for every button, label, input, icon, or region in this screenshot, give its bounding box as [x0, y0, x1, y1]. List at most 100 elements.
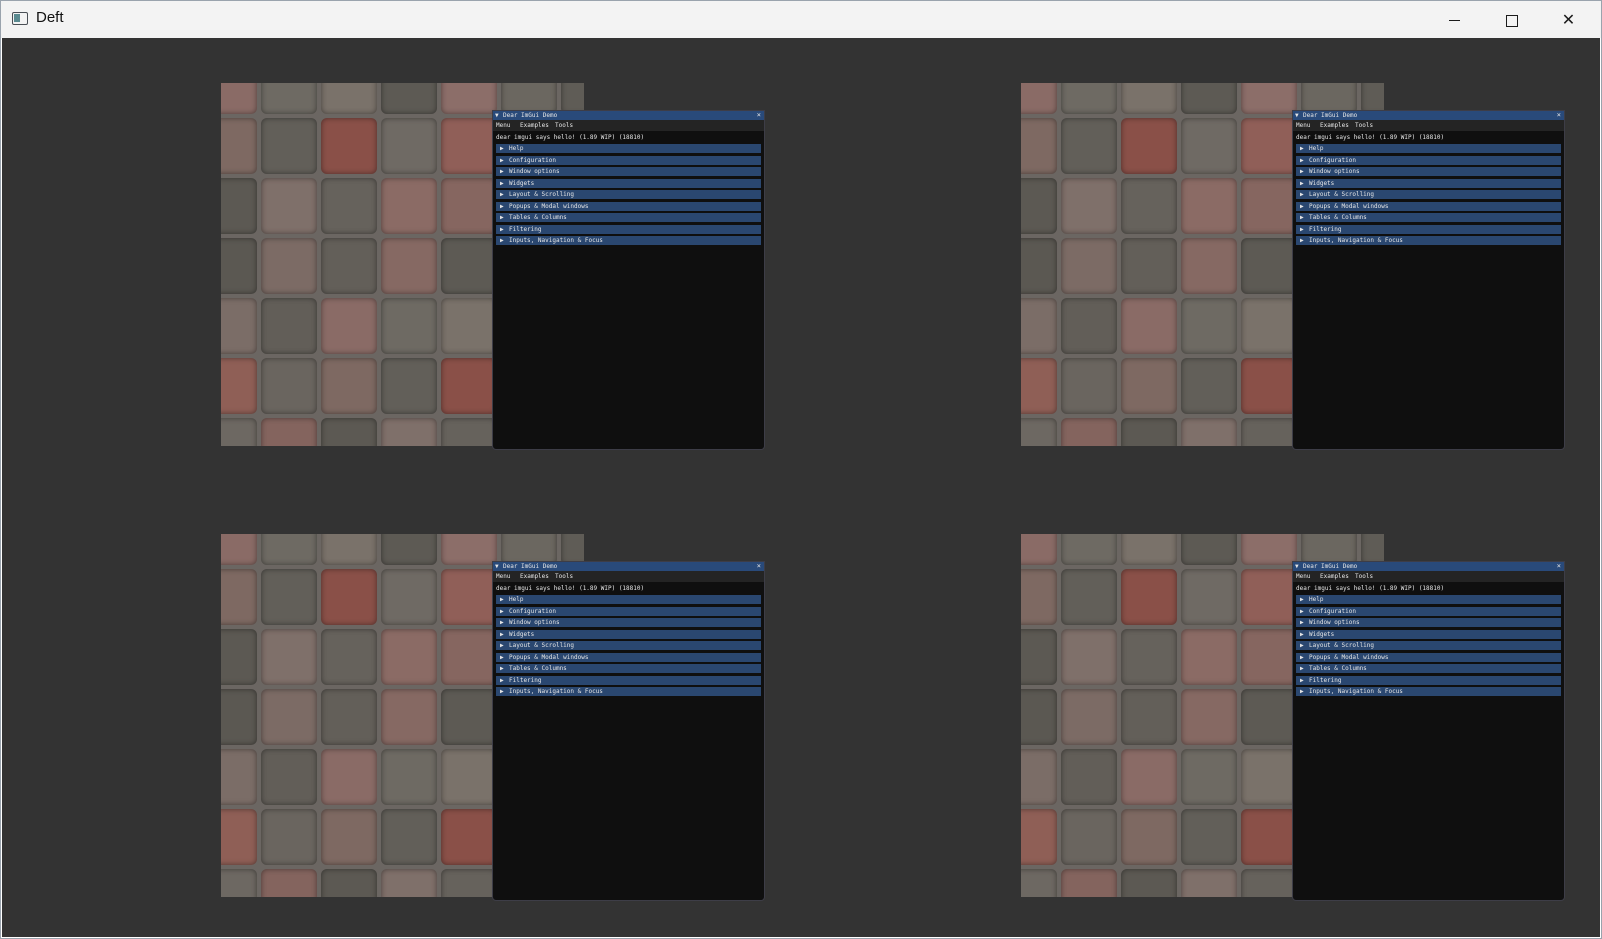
imgui-close-icon[interactable]: × [757, 111, 761, 120]
menu-item-menu[interactable]: Menu [1296, 120, 1310, 131]
collapsing-header[interactable]: ▶ Inputs, Navigation & Focus [1296, 236, 1561, 245]
brick-tile [381, 238, 437, 294]
imgui-demo-window[interactable]: ▼ Dear ImGui Demo × Menu Examples Tools … [1292, 561, 1565, 901]
brick-tile [441, 869, 497, 897]
collapsing-header[interactable]: ▶ Filtering [1296, 224, 1561, 234]
collapsing-header[interactable]: ▶ Widgets [496, 629, 761, 639]
expand-arrow-icon: ▶ [1300, 225, 1304, 233]
brick-tile [1121, 749, 1177, 805]
collapsing-header-label: Configuration [509, 156, 556, 164]
collapsing-header[interactable]: ▶ Layout & Scrolling [496, 641, 761, 650]
maximize-button[interactable] [1483, 1, 1540, 38]
brick-tile [321, 83, 377, 114]
brick-tile [321, 358, 377, 414]
brick-tile [1021, 238, 1057, 294]
brick-tile [1181, 418, 1237, 446]
collapsing-header-label: Inputs, Navigation & Focus [509, 688, 603, 695]
imgui-close-icon[interactable]: × [757, 562, 761, 571]
collapsing-header[interactable]: ▶ Inputs, Navigation & Focus [496, 687, 761, 696]
collapse-arrow-icon[interactable]: ▼ [1295, 562, 1299, 571]
collapsing-header[interactable]: ▶ Window options [496, 167, 761, 176]
close-button[interactable]: ✕ [1540, 1, 1597, 38]
imgui-demo-window[interactable]: ▼ Dear ImGui Demo × Menu Examples Tools … [492, 561, 765, 901]
collapsing-header-label: Layout & Scrolling [509, 191, 575, 198]
imgui-window-title: Dear ImGui Demo [503, 563, 558, 570]
collapse-arrow-icon[interactable]: ▼ [1295, 111, 1299, 120]
brick-tile [1121, 298, 1177, 354]
expand-arrow-icon: ▶ [1300, 156, 1304, 164]
imgui-title-bar[interactable]: ▼ Dear ImGui Demo × [493, 562, 764, 571]
brick-tile [1121, 689, 1177, 745]
collapsing-header[interactable]: ▶ Popups & Modal windows [496, 201, 761, 211]
brick-tile [1121, 534, 1177, 565]
title-bar[interactable]: Deft ✕ [1, 1, 1601, 38]
collapsing-header[interactable]: ▶ Inputs, Navigation & Focus [1296, 687, 1561, 696]
imgui-title-bar[interactable]: ▼ Dear ImGui Demo × [1293, 111, 1564, 120]
imgui-demo-window[interactable]: ▼ Dear ImGui Demo × Menu Examples Tools … [1292, 110, 1565, 450]
menu-item-menu[interactable]: Menu [496, 120, 510, 131]
imgui-title-bar[interactable]: ▼ Dear ImGui Demo × [1293, 562, 1564, 571]
collapse-arrow-icon[interactable]: ▼ [495, 111, 499, 120]
collapsing-header[interactable]: ▶ Tables & Columns [496, 213, 761, 222]
collapsing-header[interactable]: ▶ Help [496, 144, 761, 153]
collapsing-header[interactable]: ▶ Configuration [496, 155, 761, 165]
brick-tile [321, 118, 377, 174]
collapsing-header[interactable]: ▶ Popups & Modal windows [496, 652, 761, 662]
collapsing-header[interactable]: ▶ Help [1296, 595, 1561, 604]
collapsing-header[interactable]: ▶ Configuration [496, 606, 761, 616]
collapsing-header[interactable]: ▶ Window options [1296, 618, 1561, 627]
collapsing-header[interactable]: ▶ Tables & Columns [1296, 664, 1561, 673]
imgui-close-icon[interactable]: × [1557, 111, 1561, 120]
collapsing-header[interactable]: ▶ Widgets [496, 178, 761, 188]
menu-item-examples[interactable]: Examples [520, 571, 549, 582]
brick-tile [261, 358, 317, 414]
brick-tile [1241, 238, 1297, 294]
minimize-icon [1449, 20, 1460, 21]
imgui-title-bar[interactable]: ▼ Dear ImGui Demo × [493, 111, 764, 120]
expand-arrow-icon: ▶ [1300, 653, 1304, 661]
minimize-button[interactable] [1426, 1, 1483, 38]
menu-item-menu[interactable]: Menu [496, 571, 510, 582]
collapsing-header[interactable]: ▶ Layout & Scrolling [496, 190, 761, 199]
brick-tile [1061, 869, 1117, 897]
brick-tile [1181, 629, 1237, 685]
collapsing-header[interactable]: ▶ Widgets [1296, 178, 1561, 188]
collapsing-header[interactable]: ▶ Filtering [496, 675, 761, 685]
collapsing-header[interactable]: ▶ Help [1296, 144, 1561, 153]
imgui-close-icon[interactable]: × [1557, 562, 1561, 571]
collapsing-header[interactable]: ▶ Help [496, 595, 761, 604]
brick-tile [441, 809, 497, 865]
collapse-arrow-icon[interactable]: ▼ [495, 562, 499, 571]
imgui-menu-bar: Menu Examples Tools [1293, 571, 1564, 582]
collapsing-header[interactable]: ▶ Widgets [1296, 629, 1561, 639]
window-title: Deft [36, 9, 64, 26]
collapsing-header[interactable]: ▶ Filtering [496, 224, 761, 234]
expand-arrow-icon: ▶ [500, 653, 504, 661]
collapsing-header[interactable]: ▶ Layout & Scrolling [1296, 641, 1561, 650]
menu-item-tools[interactable]: Tools [1355, 120, 1373, 131]
menu-item-examples[interactable]: Examples [520, 120, 549, 131]
collapsing-header[interactable]: ▶ Configuration [1296, 606, 1561, 616]
menu-item-examples[interactable]: Examples [1320, 120, 1349, 131]
menu-item-tools[interactable]: Tools [1355, 571, 1373, 582]
menu-item-tools[interactable]: Tools [555, 120, 573, 131]
menu-item-menu[interactable]: Menu [1296, 571, 1310, 582]
collapsing-header[interactable]: ▶ Window options [1296, 167, 1561, 176]
collapsing-header[interactable]: ▶ Configuration [1296, 155, 1561, 165]
collapsing-header[interactable]: ▶ Layout & Scrolling [1296, 190, 1561, 199]
menu-item-examples[interactable]: Examples [1320, 571, 1349, 582]
brick-tile [1021, 869, 1057, 897]
collapsing-header-label: Tables & Columns [509, 665, 567, 672]
collapsing-header[interactable]: ▶ Window options [496, 618, 761, 627]
menu-item-tools[interactable]: Tools [555, 571, 573, 582]
viewport: ▼ Dear ImGui Demo × Menu Examples Tools … [221, 534, 781, 934]
imgui-demo-window[interactable]: ▼ Dear ImGui Demo × Menu Examples Tools … [492, 110, 765, 450]
brick-tile [381, 629, 437, 685]
collapsing-header[interactable]: ▶ Inputs, Navigation & Focus [496, 236, 761, 245]
brick-tile [441, 238, 497, 294]
collapsing-header[interactable]: ▶ Tables & Columns [1296, 213, 1561, 222]
collapsing-header[interactable]: ▶ Filtering [1296, 675, 1561, 685]
collapsing-header[interactable]: ▶ Tables & Columns [496, 664, 761, 673]
collapsing-header[interactable]: ▶ Popups & Modal windows [1296, 652, 1561, 662]
collapsing-header[interactable]: ▶ Popups & Modal windows [1296, 201, 1561, 211]
